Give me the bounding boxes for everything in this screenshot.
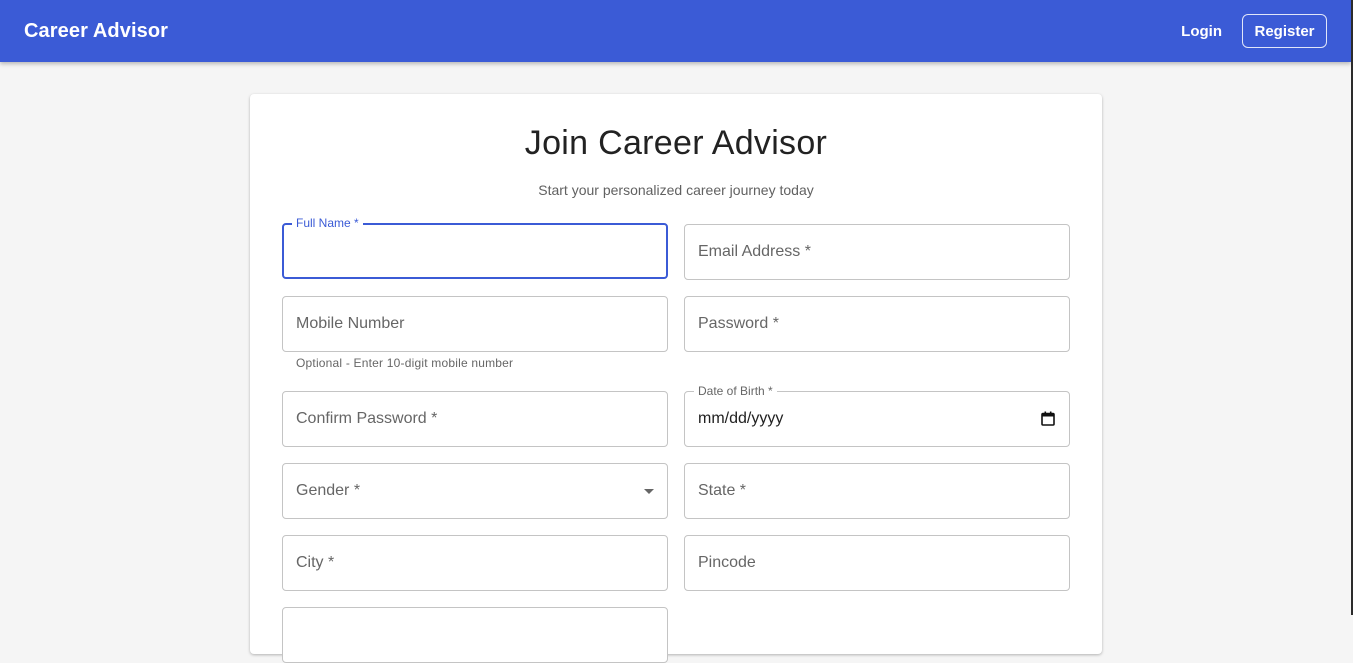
calendar-icon[interactable] — [1041, 411, 1055, 426]
page-subtitle: Start your personalized career journey t… — [538, 182, 814, 198]
password-label: Password * — [698, 315, 779, 332]
city-label: City * — [296, 554, 335, 571]
chevron-down-icon[interactable] — [644, 489, 654, 494]
app-bar: Career Advisor Login Register — [0, 0, 1351, 62]
state-label: State * — [698, 482, 747, 499]
mobile-field[interactable]: Mobile Number — [282, 296, 668, 352]
next-field[interactable] — [282, 607, 668, 663]
city-field[interactable]: City * — [282, 535, 668, 591]
password-field[interactable]: Password * — [684, 296, 1070, 352]
date-of-birth-value: mm/dd/yyyy — [698, 410, 784, 427]
login-button[interactable]: Login — [1170, 15, 1233, 48]
page-title: Join Career Advisor — [524, 124, 828, 162]
email-label: Email Address * — [698, 243, 811, 260]
nav-actions: Login Register — [1170, 14, 1327, 48]
confirm-password-field[interactable]: Confirm Password * — [282, 391, 668, 447]
mobile-helper-text: Optional - Enter 10-digit mobile number — [296, 356, 514, 370]
date-of-birth-field[interactable]: Date of Birth * mm/dd/yyyy — [684, 384, 1070, 447]
mobile-label: Mobile Number — [296, 315, 405, 332]
date-of-birth-label: Date of Birth * — [694, 384, 777, 398]
pincode-label: Pincode — [698, 554, 756, 571]
gender-select[interactable]: Gender * — [282, 463, 668, 519]
registration-card: Join Career Advisor Start your personali… — [250, 94, 1102, 663]
gender-label: Gender * — [296, 482, 361, 499]
email-field[interactable]: Email Address * — [684, 224, 1070, 280]
state-field[interactable]: State * — [684, 463, 1070, 519]
full-name-label: Full Name * — [292, 216, 363, 230]
full-name-field[interactable]: Full Name * — [282, 216, 668, 279]
register-button[interactable]: Register — [1242, 14, 1327, 48]
pincode-field[interactable]: Pincode — [684, 535, 1070, 591]
brand-title[interactable]: Career Advisor — [24, 20, 168, 43]
confirm-password-label: Confirm Password * — [296, 410, 438, 427]
